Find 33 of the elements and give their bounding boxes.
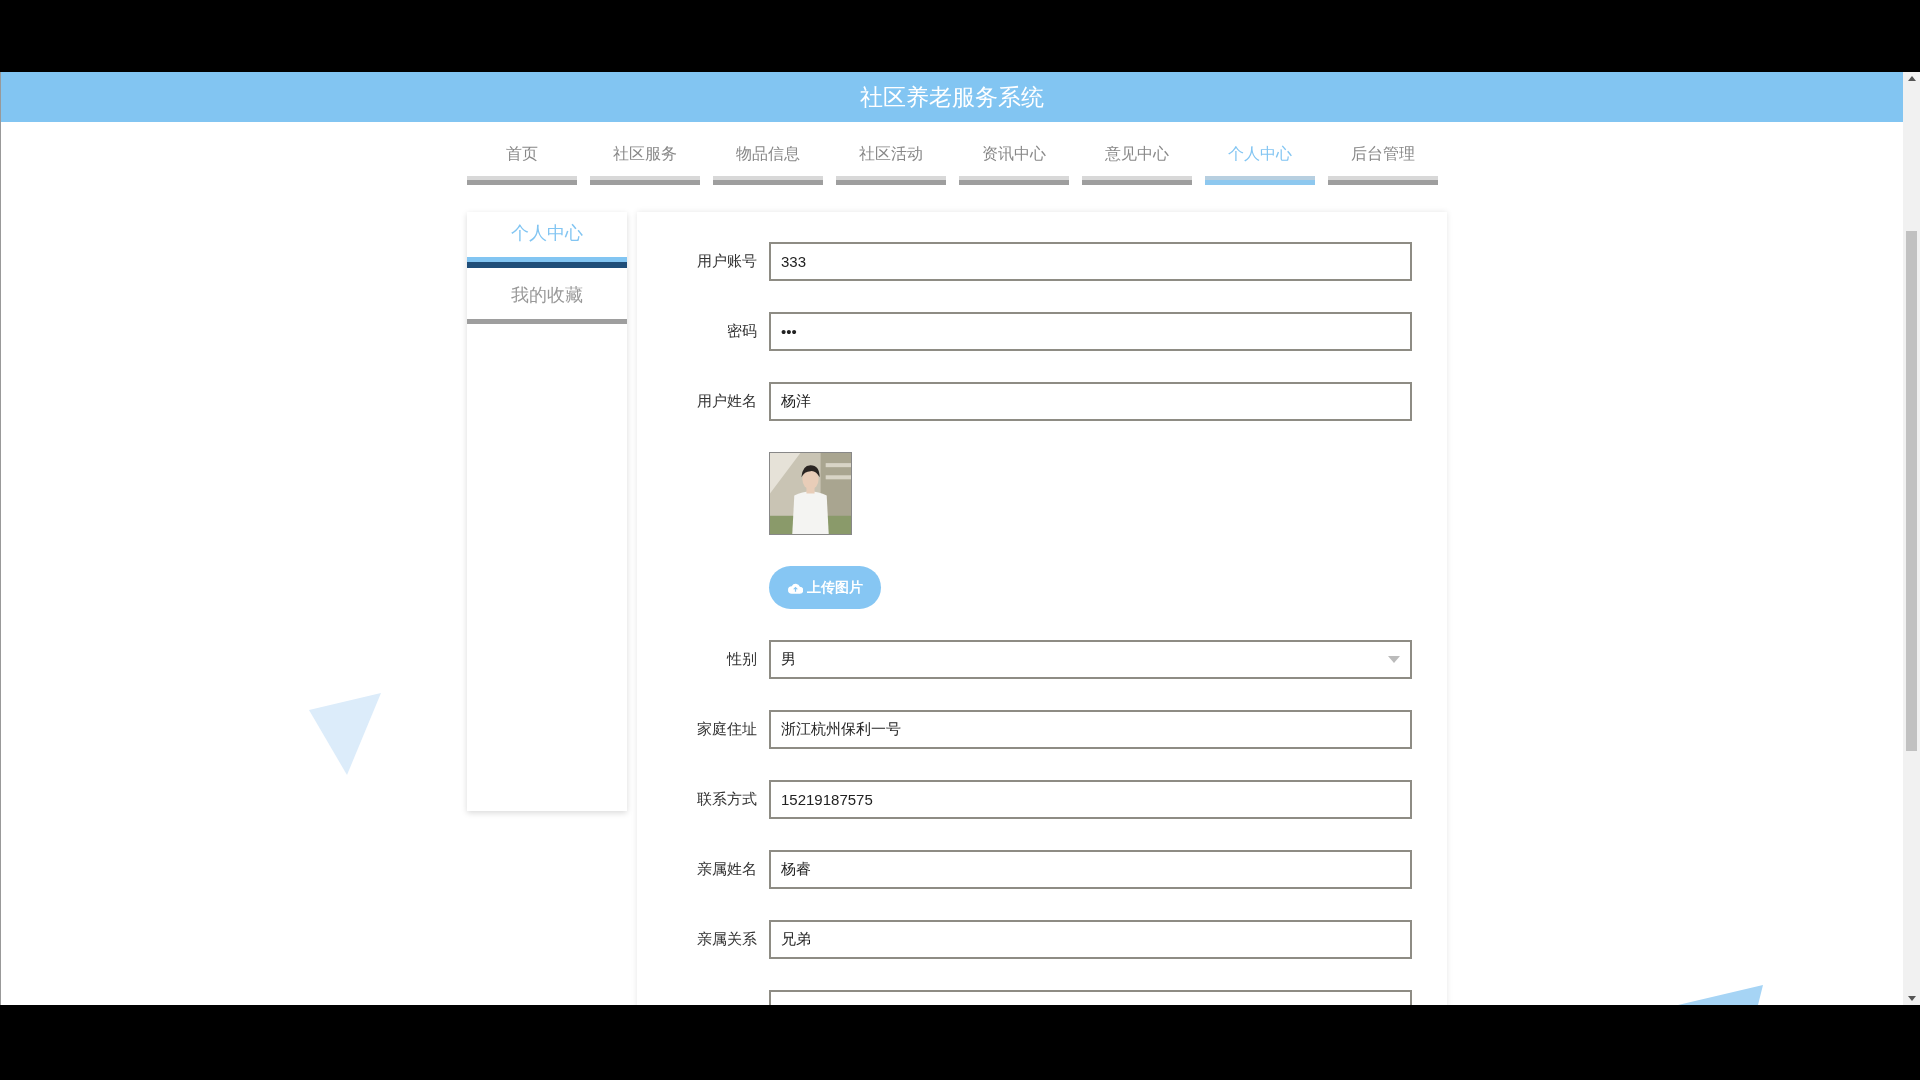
field-label: 性别 — [725, 649, 757, 669]
scrollbar-thumb[interactable] — [1906, 231, 1917, 751]
field-label: 联系方式 — [696, 789, 757, 809]
input-field[interactable]: 杨洋 — [769, 382, 1412, 421]
scroll-up-icon[interactable] — [1907, 76, 1916, 81]
field-label: 家庭住址 — [696, 719, 757, 739]
input-field[interactable]: 15219187575 — [769, 780, 1412, 819]
input-field[interactable]: 兄弟 — [769, 920, 1412, 959]
input-field[interactable]: 浙江杭州保利一号 — [769, 710, 1412, 749]
field-label: 用户账号 — [696, 251, 757, 271]
input-field[interactable]: ••• — [769, 312, 1412, 351]
cloud-upload-icon — [787, 581, 803, 594]
nav-tab[interactable]: 社区活动 — [835, 142, 946, 185]
nav-tab[interactable]: 资讯中心 — [958, 142, 1069, 185]
input-field[interactable]: 333 — [769, 242, 1412, 281]
nav-tab[interactable]: 物品信息 — [712, 142, 823, 185]
nav-tab[interactable]: 社区服务 — [589, 142, 700, 185]
nav-tab[interactable]: 后台管理 — [1327, 142, 1438, 185]
input-field[interactable]: 杨睿 — [769, 850, 1412, 889]
scroll-down-icon[interactable] — [1907, 996, 1916, 1001]
select-field[interactable]: 男 — [769, 640, 1412, 679]
scrollbar[interactable] — [1903, 72, 1920, 1005]
caret-icon — [1388, 656, 1400, 663]
site-title: 社区养老服务系统 — [860, 82, 1044, 112]
sidebar-item[interactable]: 个人中心 — [467, 212, 627, 268]
field-label: 密码 — [726, 321, 757, 341]
field-label: 亲属姓名 — [696, 859, 757, 879]
nav-tab[interactable]: 首页 — [466, 142, 577, 185]
field-label: 亲属关系 — [696, 929, 757, 949]
nav-tab[interactable]: 意见中心 — [1081, 142, 1192, 185]
sidebar-item[interactable]: 我的收藏 — [467, 268, 627, 324]
nav-tab[interactable]: 个人中心 — [1204, 142, 1315, 185]
field-label: 用户姓名 — [696, 391, 757, 411]
